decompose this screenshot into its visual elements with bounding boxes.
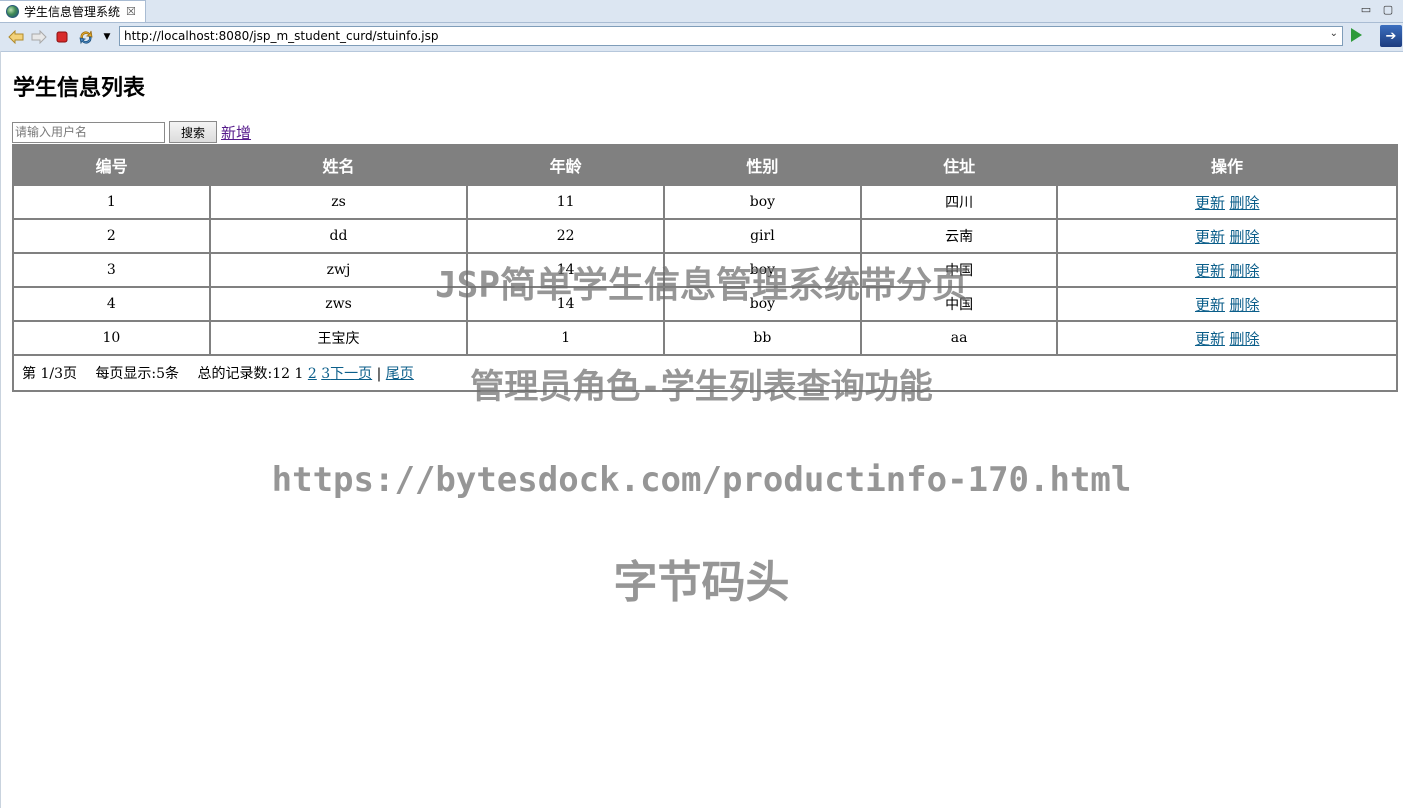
table-row: 2 dd 22 girl 云南 更新 删除: [12, 218, 1398, 254]
table-row: 3 zwj 14 boy 中国 更新 删除: [12, 252, 1398, 288]
header-name: 姓名: [209, 144, 468, 186]
cell-actions: 更新 删除: [1056, 286, 1398, 322]
student-table: 编号 姓名 年龄 性别 住址 操作 1 zs 11 boy 四川 更新 删除 2…: [12, 144, 1398, 392]
go-icon[interactable]: [1351, 28, 1362, 42]
header-id: 编号: [12, 144, 211, 186]
browser-tab[interactable]: 学生信息管理系统 ☒: [0, 0, 146, 22]
cell-actions: 更新 删除: [1056, 252, 1398, 288]
cell-name: zws: [208, 286, 469, 322]
watermark-line-3: https://bytesdock.com/productinfo-170.ht…: [271, 460, 1132, 500]
table-row: 10 王宝庆 1 bb aa 更新 删除: [12, 320, 1398, 356]
search-button[interactable]: 搜索: [169, 121, 217, 143]
cell-name: zs: [208, 184, 469, 220]
pager-total: 总的记录数:12: [197, 366, 291, 382]
cell-id: 1: [12, 184, 211, 220]
cell-age: 22: [466, 218, 666, 254]
cell-name: zwj: [208, 252, 469, 288]
pager: 第 1/3页 每页显示:5条 总的记录数:12 1 2 3下一页 | 尾页: [12, 354, 1398, 392]
header-gender: 性别: [663, 144, 862, 186]
pager-next[interactable]: 下一页: [330, 366, 372, 382]
cell-actions: 更新 删除: [1056, 218, 1398, 254]
cell-id: 3: [12, 252, 211, 288]
cell-age: 11: [466, 184, 666, 220]
cell-age: 14: [466, 252, 666, 288]
chevron-down-icon[interactable]: ⌄: [1330, 28, 1338, 39]
cell-gender: boy: [663, 252, 862, 288]
cell-id: 2: [12, 218, 211, 254]
globe-icon: [6, 5, 19, 18]
browser-tab-bar: 学生信息管理系统 ☒ ▭ ▢: [0, 0, 1403, 23]
url-text: http://localhost:8080/jsp_m_student_curd…: [124, 29, 439, 43]
cell-id: 10: [12, 320, 211, 356]
cell-id: 4: [12, 286, 211, 322]
cell-gender: boy: [663, 286, 862, 322]
dropdown-icon[interactable]: ▼: [99, 29, 115, 45]
address-bar[interactable]: http://localhost:8080/jsp_m_student_curd…: [119, 26, 1343, 46]
pager-row: 第 1/3页 每页显示:5条 总的记录数:12 1 2 3下一页 | 尾页: [12, 354, 1398, 392]
cell-actions: 更新 删除: [1056, 320, 1398, 356]
update-link[interactable]: 更新: [1195, 194, 1225, 212]
cell-address: 云南: [859, 218, 1059, 254]
cell-gender: boy: [663, 184, 862, 220]
update-link[interactable]: 更新: [1195, 330, 1225, 348]
update-link[interactable]: 更新: [1195, 228, 1225, 246]
cell-age: 1: [466, 320, 666, 356]
table-row: 4 zws 14 boy 中国 更新 删除: [12, 286, 1398, 322]
add-student-link[interactable]: 新增: [221, 122, 251, 143]
cell-address: 中国: [859, 286, 1059, 322]
update-link[interactable]: 更新: [1195, 262, 1225, 280]
pager-current-page: 1: [294, 366, 304, 382]
close-tab-icon[interactable]: ☒: [126, 5, 136, 18]
pager-page-info: 第 1/3页: [22, 366, 77, 382]
delete-link[interactable]: 删除: [1229, 262, 1259, 280]
external-browser-icon[interactable]: ➔: [1380, 25, 1402, 47]
header-actions: 操作: [1056, 144, 1398, 186]
header-address: 住址: [860, 144, 1058, 186]
cell-address: 四川: [859, 184, 1059, 220]
cell-address: 中国: [859, 252, 1059, 288]
table-header-row: 编号 姓名 年龄 性别 住址 操作: [12, 144, 1398, 186]
pager-per-page: 每页显示:5条: [95, 366, 180, 382]
window-left-border: [0, 51, 1, 808]
forward-arrow-icon[interactable]: [31, 29, 47, 45]
cell-gender: bb: [663, 320, 862, 356]
minimize-icon[interactable]: ▭: [1359, 2, 1373, 16]
delete-link[interactable]: 删除: [1229, 194, 1259, 212]
stop-icon[interactable]: [54, 29, 70, 45]
back-arrow-icon[interactable]: [8, 29, 24, 45]
table-row: 1 zs 11 boy 四川 更新 删除: [12, 184, 1398, 220]
cell-actions: 更新 删除: [1056, 184, 1398, 220]
cell-gender: girl: [663, 218, 862, 254]
pager-page-3[interactable]: 3: [321, 366, 330, 382]
refresh-icon[interactable]: [78, 29, 94, 45]
watermark-line-4: 字节码头: [613, 557, 790, 608]
browser-toolbar: ▼ http://localhost:8080/jsp_m_student_cu…: [0, 23, 1403, 52]
delete-link[interactable]: 删除: [1229, 330, 1259, 348]
search-input[interactable]: [12, 121, 165, 143]
update-link[interactable]: 更新: [1195, 296, 1225, 314]
pager-page-2[interactable]: 2: [308, 366, 317, 382]
delete-link[interactable]: 删除: [1229, 228, 1259, 246]
header-age: 年龄: [466, 144, 665, 186]
delete-link[interactable]: 删除: [1229, 296, 1259, 314]
maximize-icon[interactable]: ▢: [1381, 2, 1395, 16]
cell-address: aa: [859, 320, 1059, 356]
cell-name: dd: [208, 218, 469, 254]
pager-separator: |: [376, 366, 382, 382]
pager-last[interactable]: 尾页: [386, 366, 414, 382]
page-title: 学生信息列表: [13, 75, 146, 101]
cell-name: 王宝庆: [208, 320, 469, 356]
search-bar: 搜索 新增: [12, 121, 251, 143]
tab-title: 学生信息管理系统: [24, 5, 121, 19]
cell-age: 14: [466, 286, 666, 322]
